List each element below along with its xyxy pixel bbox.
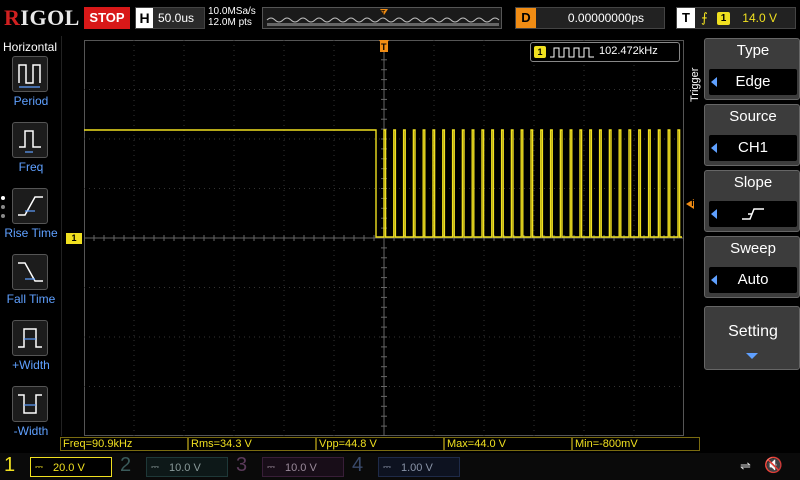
measure-rise-time-label: Rise Time: [4, 226, 58, 240]
trigger-slope-value: [709, 201, 797, 227]
left-arrow-icon: [711, 143, 717, 153]
svg-text:T: T: [381, 42, 387, 52]
trigger-level: 14.0 V: [742, 11, 777, 25]
measure-rise-time-button[interactable]: Rise Time: [0, 188, 62, 250]
memory-points: 12.0M pts: [208, 17, 252, 28]
channel-3-number: 3: [236, 454, 248, 476]
square-wave-icon: [550, 47, 594, 58]
channel-2-tab[interactable]: 2 ⎓ 10.0 V: [116, 453, 232, 480]
fall-time-icon: [12, 254, 48, 290]
timebase-value: 50.0us: [158, 11, 195, 25]
channel-1-tab[interactable]: 1 ⎓ 20.0 V: [0, 453, 116, 480]
trigger-menu-title: Trigger: [689, 67, 701, 103]
horizontal-label: H: [136, 8, 153, 28]
left-arrow-icon: [711, 275, 717, 285]
delay-value: 0.00000000ps: [567, 11, 644, 25]
trigger-status-box[interactable]: T ⨍ 1 14.0 V: [676, 7, 796, 29]
trigger-type-title: Type: [736, 42, 770, 59]
delay-label: D: [516, 8, 536, 28]
measure-fall-time-button[interactable]: Fall Time: [0, 254, 62, 316]
left-arrow-icon: [711, 77, 717, 87]
measurement-min[interactable]: Min=-800mV: [572, 437, 700, 451]
measure-fall-time-label: Fall Time: [6, 292, 56, 306]
measure-freq-label: Freq: [18, 160, 44, 174]
ch1-trace: [84, 129, 682, 238]
graticule: [84, 40, 684, 436]
trigger-level-marker-label: T: [690, 199, 695, 208]
trigger-sweep-button[interactable]: Sweep Auto: [704, 236, 800, 298]
delay-box[interactable]: D 0.00000000ps: [515, 7, 665, 29]
channel-1-number: 1: [4, 454, 16, 476]
channel-4-tab[interactable]: 4 ⎓ 1.00 V: [348, 453, 464, 480]
rigol-logo: RIGOL: [4, 5, 80, 30]
channel-3-scale-box: ⎓ 10.0 V: [262, 457, 344, 477]
setting-title: Setting: [728, 323, 778, 340]
counter-value: 102.472kHz: [599, 45, 658, 57]
trigger-sweep-title: Sweep: [730, 240, 776, 257]
counter-channel-badge: 1: [534, 46, 546, 58]
speaker-muted-icon[interactable]: 🔇: [764, 456, 783, 474]
top-status-bar: RIGOL STOP H 50.0us 10.0MSa/s 12.0M pts …: [0, 0, 800, 36]
sample-rate: 10.0MSa/s: [208, 6, 256, 17]
rising-edge-icon: ⨍: [701, 10, 708, 25]
horizontal-timebase[interactable]: H 50.0us: [135, 7, 205, 29]
trigger-source-title: Source: [729, 108, 777, 125]
trigger-slope-button[interactable]: Slope: [704, 170, 800, 232]
measurement-rms[interactable]: Rms=34.3 V: [188, 437, 316, 451]
chevron-down-icon: [746, 353, 758, 359]
measure-menu-title: Horizontal: [3, 40, 58, 54]
channel-2-scale-box: ⎓ 10.0 V: [146, 457, 228, 477]
ch1-waveform: [84, 129, 682, 238]
dc-coupling-icon: ⎓: [267, 462, 275, 473]
svg-text:T: T: [381, 10, 386, 17]
left-arrow-icon: [711, 209, 717, 219]
trigger-source-badge: 1: [717, 12, 730, 25]
run-stop-status[interactable]: STOP: [84, 7, 130, 29]
channel-bar: 1 ⎓ 20.0 V 2 ⎓ 10.0 V 3 ⎓ 10.0 V 4 ⎓ 1.00 V …: [0, 453, 800, 480]
measure-positive-width-button[interactable]: +Width: [0, 320, 62, 382]
waveform-display: T: [84, 40, 684, 436]
measurement-freq[interactable]: Freq=90.9kHz: [60, 437, 188, 451]
trigger-type-value: Edge: [709, 69, 797, 95]
measure-negative-width-button[interactable]: -Width: [0, 386, 62, 448]
measurement-bar: Freq=90.9kHz Rms=34.3 V Vpp=44.8 V Max=4…: [60, 437, 700, 451]
trigger-slope-title: Slope: [733, 174, 773, 191]
trigger-source-button[interactable]: Source CH1: [704, 104, 800, 166]
dc-coupling-icon: ⎓: [151, 462, 159, 473]
memory-position-bar[interactable]: T: [262, 7, 502, 29]
negative-width-icon: [12, 386, 48, 422]
channel-2-number: 2: [120, 454, 132, 476]
acquisition-info: 10.0MSa/s 12.0M pts: [208, 6, 256, 28]
measure-period-label: Period: [13, 94, 49, 108]
trigger-label: T: [677, 8, 695, 28]
trigger-source-value: CH1: [709, 135, 797, 161]
ch1-offset-marker[interactable]: 1: [66, 233, 82, 244]
channel-4-number: 4: [352, 454, 364, 476]
trigger-sweep-value: Auto: [709, 267, 797, 293]
usb-icon: ⇌: [740, 458, 751, 473]
dc-coupling-icon: ⎓: [383, 462, 391, 473]
measure-negative-width-label: -Width: [13, 424, 49, 438]
channel-3-tab[interactable]: 3 ⎓ 10.0 V: [232, 453, 348, 480]
period-icon: [12, 56, 48, 92]
measurement-vpp[interactable]: Vpp=44.8 V: [316, 437, 444, 451]
measure-positive-width-label: +Width: [12, 358, 50, 372]
trigger-type-button[interactable]: Type Edge: [704, 38, 800, 100]
freq-icon: [12, 122, 48, 158]
memory-waveform-preview: T: [266, 9, 500, 26]
measure-freq-button[interactable]: Freq: [0, 122, 62, 184]
measure-menu: Horizontal Period Freq Rise Time Fall Ti…: [0, 36, 62, 438]
channel-1-scale-box: ⎓ 20.0 V: [30, 457, 112, 477]
measurement-max[interactable]: Max=44.0 V: [444, 437, 572, 451]
positive-width-icon: [12, 320, 48, 356]
dc-coupling-icon: ⎓: [35, 462, 43, 473]
frequency-counter: 1 102.472kHz: [530, 42, 680, 62]
rise-time-icon: [12, 188, 48, 224]
rising-edge-icon: [742, 208, 764, 220]
trigger-setting-button[interactable]: Setting: [704, 306, 800, 370]
measure-period-button[interactable]: Period: [0, 56, 62, 118]
channel-4-scale-box: ⎓ 1.00 V: [378, 457, 460, 477]
trigger-menu: Type Edge Source CH1 Slope Sweep Auto Se…: [704, 38, 800, 436]
